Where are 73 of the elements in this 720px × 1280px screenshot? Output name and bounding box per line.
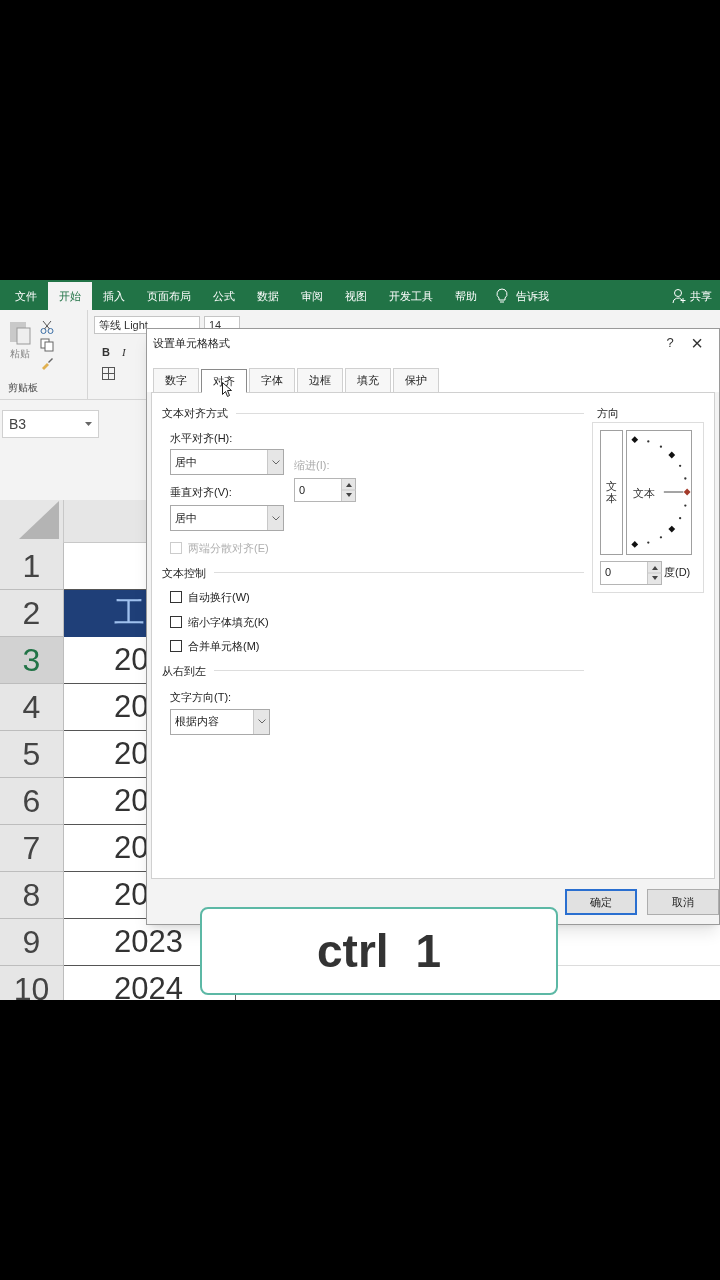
dropdown-field[interactable]: 根据内容 — [170, 708, 270, 735]
group-label: 剪贴板 — [8, 381, 39, 395]
dropdown-field[interactable]: 居中 — [170, 505, 284, 531]
dropdown-value: 根据内容 — [174, 714, 220, 730]
row-header[interactable]: 5 — [0, 731, 64, 778]
dial-text: 文本 — [633, 485, 655, 501]
bold-button[interactable]: B — [102, 344, 110, 361]
ribbon-tab[interactable]: 审阅 — [290, 282, 334, 310]
field-label: 水平对齐(H): — [170, 430, 234, 446]
row-header[interactable]: 3 — [0, 637, 64, 684]
borders-icon[interactable] — [102, 366, 115, 380]
number-spinner[interactable]: 0 — [294, 478, 356, 502]
ribbon-tab[interactable]: 插入 — [92, 282, 136, 310]
dialog-tab[interactable]: 字体 — [249, 368, 295, 392]
dialog-button[interactable]: 确定 — [565, 889, 637, 915]
copy-icon[interactable] — [40, 338, 54, 352]
tell-me-button[interactable]: 告诉我 — [516, 287, 549, 305]
lightbulb-icon — [496, 288, 508, 304]
ribbon-tab[interactable]: 公式 — [202, 282, 246, 310]
dropdown-field[interactable]: 居中 — [170, 449, 284, 475]
name-box[interactable]: B3 — [2, 410, 99, 438]
ribbon-tab[interactable]: 页面布局 — [136, 282, 202, 310]
dialog-tab[interactable]: 填充 — [345, 368, 391, 392]
row-header[interactable]: 7 — [0, 825, 64, 872]
chevron-down-icon — [253, 709, 269, 734]
spinner-value: 0 — [604, 565, 613, 581]
chevron-down-icon — [267, 450, 283, 474]
row-header[interactable]: 6 — [0, 778, 64, 825]
checkbox-label: 两端分散对齐(E) — [188, 541, 269, 556]
share-button[interactable]: 共享 — [690, 287, 712, 305]
field-label: 垂直对齐(V): — [170, 485, 233, 500]
row-header[interactable]: 4 — [0, 684, 64, 731]
dialog-title: 设置单元格格式 — [153, 335, 231, 351]
number-spinner[interactable]: 0 — [600, 560, 662, 585]
section-title: 文本对齐方式 — [162, 406, 228, 421]
close-button[interactable]: × — [685, 333, 709, 353]
dialog-tab[interactable]: 边框 — [297, 368, 343, 392]
italic-button[interactable]: I — [121, 344, 126, 361]
checkbox[interactable] — [170, 615, 182, 628]
help-button[interactable]: ? — [655, 333, 685, 353]
section-title: 文本控制 — [162, 565, 206, 581]
row-header[interactable]: 8 — [0, 872, 64, 919]
row-header[interactable]: 10 — [0, 966, 64, 1000]
ribbon-tab[interactable]: 视图 — [334, 282, 378, 310]
ribbon-tab[interactable]: 数据 — [246, 282, 290, 310]
dialog-tab[interactable]: 保护 — [393, 368, 439, 392]
section-title: 从右到左 — [162, 663, 206, 679]
row-header[interactable]: 9 — [0, 919, 64, 966]
field-label: 缩进(I): — [294, 458, 330, 473]
chevron-down-icon — [267, 506, 283, 530]
row-header[interactable]: 1 — [0, 543, 64, 590]
checkbox[interactable] — [170, 591, 182, 604]
dropdown-value: 居中 — [174, 454, 198, 470]
scissors-icon[interactable] — [40, 320, 54, 334]
ribbon-tab[interactable]: 开发工具 — [378, 282, 444, 310]
dialog-button[interactable]: 取消 — [647, 889, 719, 915]
spin-arrows-icon — [341, 479, 355, 501]
person-add-icon — [672, 288, 686, 304]
spinner-value: 0 — [298, 482, 307, 498]
spin-arrows-icon — [647, 561, 661, 584]
dropdown-value: 居中 — [174, 510, 198, 526]
section-title: 方向 — [596, 406, 620, 421]
ribbon-tab[interactable]: 帮助 — [444, 282, 488, 310]
caret-icon — [85, 422, 92, 426]
field-label: 度(D) — [664, 565, 691, 581]
field-label: 文字方向(T): — [170, 690, 233, 705]
key-hint-text: ctrl 1 — [317, 923, 441, 979]
row-header[interactable]: 2 — [0, 590, 64, 637]
ribbon-tab[interactable]: 文件 — [4, 282, 48, 310]
checkbox[interactable] — [170, 640, 182, 653]
ribbon-tab[interactable]: 开始 — [48, 282, 92, 310]
vertical-text-button[interactable]: 文本 — [600, 429, 623, 555]
dialog-tab[interactable]: 数字 — [153, 368, 199, 392]
